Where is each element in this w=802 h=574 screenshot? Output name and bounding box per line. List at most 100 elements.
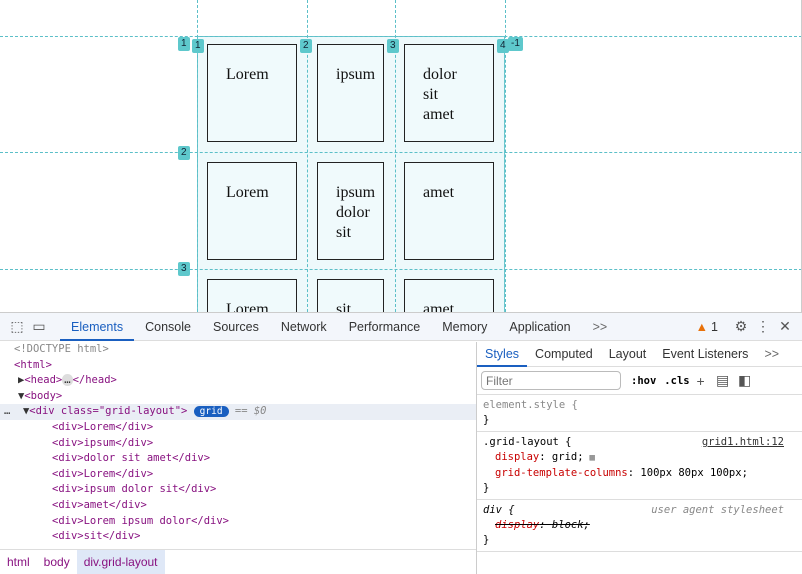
rule-close: } xyxy=(483,534,490,546)
property-value: block; xyxy=(551,519,590,531)
cls-button[interactable]: .cls xyxy=(664,375,689,387)
dom-child-div[interactable]: <div>sit</div> xyxy=(0,529,476,545)
dom-child-div[interactable]: <div>Lorem</div> xyxy=(0,420,476,436)
sidebar-tab-computed[interactable]: Computed xyxy=(527,342,601,367)
col-line-badge: 3 xyxy=(387,39,399,53)
grid-item-text: amet xyxy=(423,301,455,312)
grid-item: amet xyxy=(404,279,494,312)
tab-memory[interactable]: Memory xyxy=(431,313,498,341)
grid-item-text: ipsum xyxy=(336,184,376,201)
style-rule: div {user agent stylesheet display: block… xyxy=(477,500,802,552)
row-line-badge: 1 xyxy=(178,37,190,51)
page-viewport: Lorem ipsum dolor sit amet Lorem ipsum dolor sit… xyxy=(0,0,802,312)
body-tag: <body> xyxy=(24,389,63,402)
ellipsis-icon[interactable]: … xyxy=(62,374,73,387)
sidebar-tab-layout[interactable]: Layout xyxy=(601,342,655,367)
dom-doctype: <!DOCTYPE html> xyxy=(14,343,109,355)
breadcrumb-item[interactable]: body xyxy=(37,550,77,574)
filter-input[interactable] xyxy=(481,371,621,390)
grid-item: ipsum dolor sit xyxy=(317,162,384,260)
tab-application[interactable]: Application xyxy=(498,313,581,341)
sidebar-tab-styles[interactable]: Styles xyxy=(477,342,528,367)
grid-row-line xyxy=(0,152,801,153)
rule-source[interactable]: grid1.html:12 xyxy=(702,435,784,450)
styles-sidebar: StylesComputedLayoutEvent Listeners>> :h… xyxy=(476,342,802,574)
head-tag: <head> xyxy=(24,374,63,387)
dom-body[interactable]: ▼<body> xyxy=(0,389,476,405)
col-line-badge: 4 xyxy=(497,39,509,53)
grid-row-line xyxy=(0,269,801,270)
grid-item-text: Lorem xyxy=(226,184,269,201)
paint-brush-icon[interactable]: ▤ xyxy=(712,372,734,389)
style-property[interactable]: grid-template-columns: 100px 80px 100px; xyxy=(483,466,796,481)
tab-elements[interactable]: Elements xyxy=(60,313,135,341)
grid-item-text: dolor xyxy=(336,204,370,221)
devtools-tabbar: ⬚ ▭ Elements Console Sources Network Perform… xyxy=(0,313,802,341)
sidebar-tab-event-listeners[interactable]: Event Listeners xyxy=(654,342,756,367)
col-line-badge: 1 xyxy=(192,39,204,53)
row-line-badge: 2 xyxy=(178,146,190,160)
style-property[interactable]: display: block; xyxy=(483,518,796,533)
grid-badge[interactable]: grid xyxy=(193,406,229,418)
device-toolbar-icon[interactable]: ▭ xyxy=(28,318,50,335)
property-name: grid-template-columns xyxy=(495,467,628,479)
dom-child-div[interactable]: <div>ipsum</div> xyxy=(0,436,476,452)
dom-head[interactable]: ▶<head>… </head> xyxy=(0,373,476,389)
devtools-panel: ⬚ ▭ Elements Console Sources Network Perform… xyxy=(0,312,802,574)
div-tag: <div class="grid-layout"> xyxy=(29,405,188,418)
toggle-sidebar-icon[interactable]: ◧ xyxy=(734,372,756,389)
breadcrumb-item[interactable]: div.grid-layout xyxy=(76,550,165,574)
property-value: 100px 80px 100px; xyxy=(640,467,748,479)
grid-item-text: amet xyxy=(423,106,455,123)
row-line-badge: 3 xyxy=(178,262,190,276)
grid-item-text: Lorem xyxy=(226,66,269,83)
grid-item: Lorem xyxy=(207,44,297,142)
selected-marker: == $0 xyxy=(234,405,267,418)
neg-line-badge: -1 xyxy=(508,37,523,51)
grid-item-text: Lorem xyxy=(226,301,269,312)
dom-grid-div[interactable]: … ▼<div class="grid-layout"> grid == $0 xyxy=(0,404,476,420)
close-icon[interactable]: ✕ xyxy=(774,318,796,335)
styles-toolbar: :hov .cls + ▤ ◧ xyxy=(477,367,802,395)
grid-item: sit xyxy=(317,279,384,312)
tab-network[interactable]: Network xyxy=(270,313,338,341)
tab-console[interactable]: Console xyxy=(134,313,202,341)
breadcrumb: html body div.grid-layout xyxy=(0,549,476,574)
grid-item: Lorem xyxy=(207,279,297,312)
grid-item-text: sit xyxy=(336,224,352,241)
sidebar-tabbar: Styles Computed Layout Event Listeners >> xyxy=(477,342,802,367)
dom-child-div[interactable]: <div>ipsum dolor sit</div> xyxy=(0,482,476,498)
more-tabs-button[interactable]: >> xyxy=(582,313,619,341)
rule-close: } xyxy=(483,482,490,494)
dom-child-div[interactable]: <div>Lorem ipsum dolor</div> xyxy=(0,514,476,530)
dom-tree: <!DOCTYPE html> <html> ▶<head>… </head> ▼… xyxy=(0,342,476,549)
warning-icon[interactable]: ▲ xyxy=(696,320,708,334)
style-property[interactable]: display: grid; ▦ xyxy=(483,450,796,466)
tab-sources[interactable]: Sources xyxy=(202,313,270,341)
grid-item-text: amet xyxy=(423,184,455,201)
rule-selector: element.style { xyxy=(483,399,578,411)
tab-performance[interactable]: Performance xyxy=(338,313,432,341)
inspect-element-icon[interactable]: ⬚ xyxy=(6,318,28,335)
col-line-badge: 2 xyxy=(300,39,312,53)
dom-child-div[interactable]: <div>dolor sit amet</div> xyxy=(0,451,476,467)
grid-item: Lorem xyxy=(207,162,297,260)
rule-source[interactable]: user agent stylesheet xyxy=(651,503,784,518)
dom-child-div[interactable]: <div>amet</div> xyxy=(0,498,476,514)
grid-row-line xyxy=(0,36,801,37)
warning-count[interactable]: 1 xyxy=(711,320,718,334)
breadcrumb-item[interactable]: html xyxy=(0,550,37,574)
more-options-icon[interactable]: ⋮ xyxy=(752,318,774,335)
grid-item: ipsum xyxy=(317,44,384,142)
settings-gear-icon[interactable]: ⚙ xyxy=(730,318,752,335)
new-rule-plus-icon[interactable]: + xyxy=(690,373,712,389)
grid-editor-icon[interactable]: ▦ xyxy=(590,453,595,463)
rule-close: } xyxy=(483,414,490,426)
dom-child-div[interactable]: <div>Lorem</div> xyxy=(0,467,476,483)
grid-item-text: dolor xyxy=(423,66,457,83)
sidebar-more-button[interactable]: >> xyxy=(756,342,787,367)
hov-button[interactable]: :hov xyxy=(631,375,656,387)
grid-item: dolor sit amet xyxy=(404,44,494,142)
style-rule: .grid-layout {grid1.html:12 display: grid… xyxy=(477,432,802,500)
dom-html[interactable]: <html> xyxy=(0,358,476,374)
